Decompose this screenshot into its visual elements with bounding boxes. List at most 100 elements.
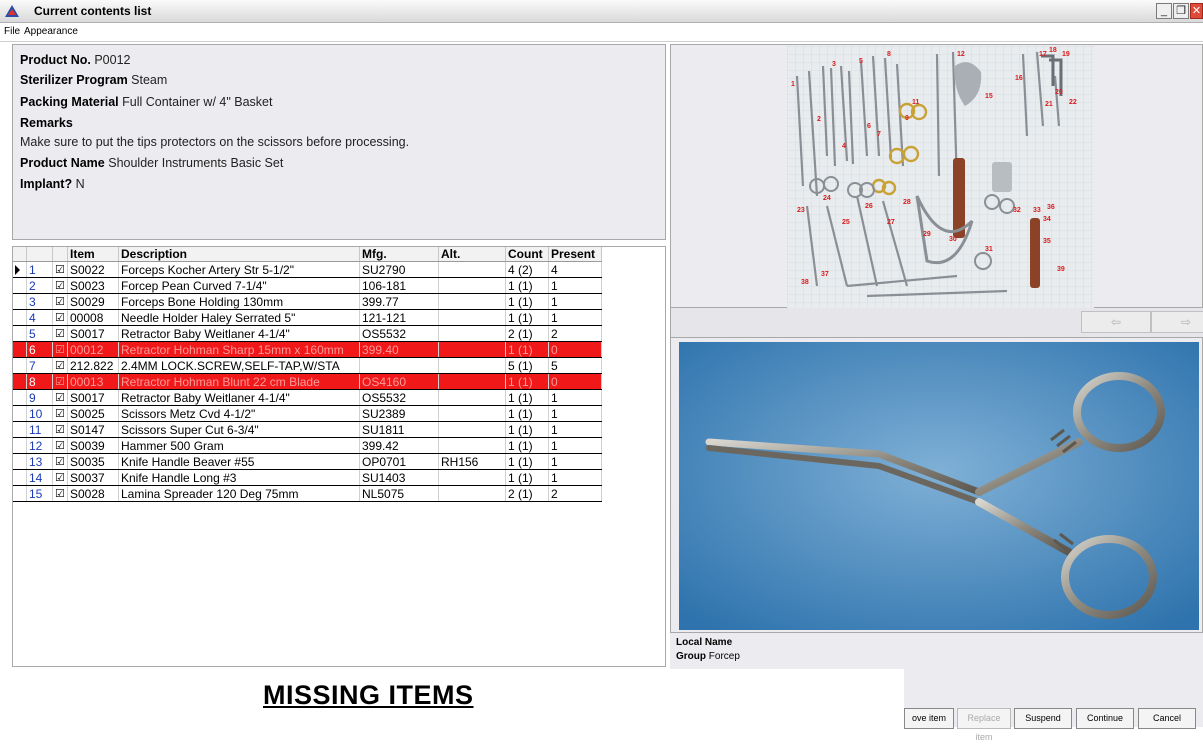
title-bar: Current contents list _ ❐ ✕ — [0, 0, 1203, 23]
alt-cell — [438, 469, 506, 486]
header-description[interactable]: Description — [118, 247, 360, 262]
cancel-button[interactable]: Cancel — [1138, 708, 1196, 729]
alt-cell — [438, 389, 506, 406]
header-count[interactable]: Count — [505, 247, 549, 262]
grid-header-row: Item Description Mfg. Alt. Count Present — [13, 247, 602, 262]
restore-button[interactable]: ❐ — [1173, 3, 1189, 19]
suspend-button[interactable]: Suspend — [1014, 708, 1072, 729]
tray-item-number: 32 — [1013, 207, 1021, 214]
tray-item-number: 21 — [1045, 101, 1053, 108]
row-number: 10 — [26, 405, 53, 422]
window-title: Current contents list — [34, 4, 152, 18]
table-row[interactable]: 2 ☑ S0023 Forcep Pean Curved 7-1/4" 106-181 1… — [13, 277, 602, 294]
count-cell: 1 (1) — [505, 469, 549, 486]
header-mfg[interactable]: Mfg. — [359, 247, 439, 262]
count-cell: 1 (1) — [505, 405, 549, 422]
description-cell: Retractor Baby Weitlaner 4-1/4" — [118, 389, 360, 406]
alt-cell — [438, 373, 506, 390]
count-cell: 1 (1) — [505, 421, 549, 438]
replace-item-button[interactable]: Replace item — [957, 708, 1011, 742]
table-row[interactable]: 3 ☑ S0029 Forceps Bone Holding 130mm 399.77 1… — [13, 293, 602, 310]
table-row[interactable]: 10 ☑ S0025 Scissors Metz Cvd 4-1/2" SU2389 1 … — [13, 405, 602, 422]
table-row[interactable]: 1 ☑ S0022 Forceps Kocher Artery Str 5-1/2" S… — [13, 261, 602, 278]
table-row[interactable]: 4 ☑ 00008 Needle Holder Haley Serrated 5" 12… — [13, 309, 602, 326]
forceps-photo — [679, 342, 1199, 630]
table-row[interactable]: 8 ☑ 00013 Retractor Hohman Blunt 22 cm Blad… — [13, 373, 602, 390]
row-selector — [13, 469, 27, 486]
table-row[interactable]: 14 ☑ S0037 Knife Handle Long #3 SU1403 1 (1) 1 — [13, 469, 602, 486]
table-row[interactable]: 11 ☑ S0147 Scissors Super Cut 6-3/4" SU1811 1… — [13, 421, 602, 438]
row-checkbox[interactable]: ☑ — [52, 293, 68, 310]
table-row[interactable]: 15 ☑ S0028 Lamina Spreader 120 Deg 75mm NL50… — [13, 485, 602, 502]
checkbox-icon[interactable]: ☑ — [55, 424, 65, 436]
items-grid[interactable]: Item Description Mfg. Alt. Count Present… — [12, 246, 666, 667]
action-button-bar: ove item Replace item Suspend Continue C… — [904, 669, 1203, 742]
checkbox-icon[interactable]: ☑ — [55, 392, 65, 404]
close-button[interactable]: ✕ — [1190, 3, 1203, 19]
tray-item-number: 8 — [887, 51, 891, 58]
checkbox-icon[interactable]: ☑ — [55, 488, 65, 500]
description-cell: Needle Holder Haley Serrated 5" — [118, 309, 360, 326]
row-checkbox[interactable]: ☑ — [52, 261, 68, 278]
row-checkbox[interactable]: ☑ — [52, 437, 68, 454]
group-line: Group Forcep — [676, 651, 740, 662]
row-checkbox[interactable]: ☑ — [52, 469, 68, 486]
row-checkbox[interactable]: ☑ — [52, 357, 68, 374]
alt-cell — [438, 309, 506, 326]
minimize-button[interactable]: _ — [1156, 3, 1172, 19]
checkbox-icon[interactable]: ☑ — [55, 344, 65, 356]
row-checkbox[interactable]: ☑ — [52, 389, 68, 406]
mfg-cell: 399.77 — [359, 293, 439, 310]
checkbox-icon[interactable]: ☑ — [55, 456, 65, 468]
row-checkbox[interactable]: ☑ — [52, 421, 68, 438]
row-checkbox[interactable]: ☑ — [52, 309, 68, 326]
row-checkbox[interactable]: ☑ — [52, 373, 68, 390]
checkbox-icon[interactable]: ☑ — [55, 472, 65, 484]
next-image-button[interactable]: ⇨ — [1151, 311, 1203, 333]
items-table: Item Description Mfg. Alt. Count Present… — [13, 247, 602, 502]
prev-image-button[interactable]: ⇦ — [1081, 311, 1151, 333]
remove-item-button[interactable]: ove item — [904, 708, 954, 729]
header-alt[interactable]: Alt. — [438, 247, 506, 262]
menu-bar: File Appearance — [0, 23, 1203, 42]
checkbox-icon[interactable]: ☑ — [55, 440, 65, 452]
present-cell: 1 — [548, 453, 602, 470]
description-cell: Scissors Super Cut 6-3/4" — [118, 421, 360, 438]
checkbox-icon[interactable]: ☑ — [55, 264, 65, 276]
count-cell: 1 (1) — [505, 293, 549, 310]
row-number: 8 — [26, 373, 53, 390]
checkbox-icon[interactable]: ☑ — [55, 328, 65, 340]
row-checkbox[interactable]: ☑ — [52, 325, 68, 342]
row-checkbox[interactable]: ☑ — [52, 341, 68, 358]
present-cell: 1 — [548, 389, 602, 406]
tray-item-number: 4 — [842, 143, 846, 150]
table-row[interactable]: 6 ☑ 00012 Retractor Hohman Sharp 15mm x 160… — [13, 341, 602, 358]
item-cell: 00008 — [67, 309, 119, 326]
checkbox-icon[interactable]: ☑ — [55, 312, 65, 324]
checkbox-icon[interactable]: ☑ — [55, 296, 65, 308]
continue-button[interactable]: Continue — [1076, 708, 1134, 729]
tray-item-number: 33 — [1033, 207, 1041, 214]
mfg-cell: NL5075 — [359, 485, 439, 502]
table-row[interactable]: 13 ☑ S0035 Knife Handle Beaver #55 OP0701 RH1… — [13, 453, 602, 470]
checkbox-icon[interactable]: ☑ — [55, 280, 65, 292]
row-checkbox[interactable]: ☑ — [52, 405, 68, 422]
row-checkbox[interactable]: ☑ — [52, 277, 68, 294]
checkbox-icon[interactable]: ☑ — [55, 360, 65, 372]
row-checkbox[interactable]: ☑ — [52, 453, 68, 470]
table-row[interactable]: 12 ☑ S0039 Hammer 500 Gram 399.42 1 (1) 1 — [13, 437, 602, 454]
checkbox-icon[interactable]: ☑ — [55, 408, 65, 420]
table-row[interactable]: 5 ☑ S0017 Retractor Baby Weitlaner 4-1/4" OS… — [13, 325, 602, 342]
description-cell: Knife Handle Long #3 — [118, 469, 360, 486]
menu-file[interactable]: File — [4, 26, 20, 37]
table-row[interactable]: 9 ☑ S0017 Retractor Baby Weitlaner 4-1/4" OS… — [13, 389, 602, 406]
menu-appearance[interactable]: Appearance — [24, 26, 78, 37]
checkbox-icon[interactable]: ☑ — [55, 376, 65, 388]
alt-cell — [438, 357, 506, 374]
header-present[interactable]: Present — [548, 247, 602, 262]
table-row[interactable]: 7 ☑ 212.822 2.4MM LOCK.SCREW,SELF-TAP,W/STA… — [13, 357, 602, 374]
row-checkbox[interactable]: ☑ — [52, 485, 68, 502]
header-item[interactable]: Item — [67, 247, 119, 262]
description-cell: Scissors Metz Cvd 4-1/2" — [118, 405, 360, 422]
product-name-value: Shoulder Instruments Basic Set — [108, 156, 284, 170]
